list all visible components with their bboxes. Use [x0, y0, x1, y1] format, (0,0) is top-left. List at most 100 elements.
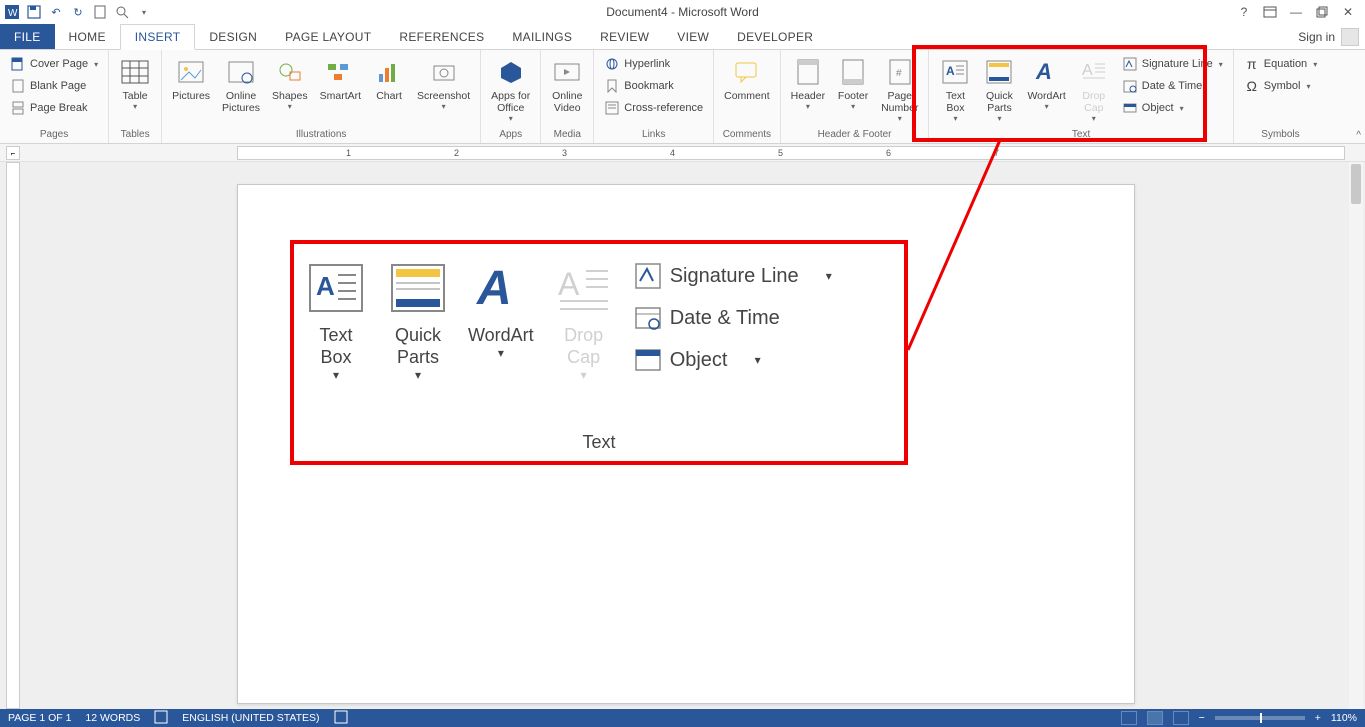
text-box-button[interactable]: AText Box	[935, 54, 975, 125]
close-icon[interactable]: ✕	[1339, 3, 1357, 21]
ribbon-tabs: FILE HOME INSERT DESIGN PAGE LAYOUT REFE…	[0, 24, 1365, 50]
wordart-button[interactable]: AWordArt	[1023, 54, 1069, 113]
object-icon	[1122, 100, 1138, 116]
ribbon-display-icon[interactable]	[1261, 3, 1279, 21]
quick-parts-button[interactable]: Quick Parts	[979, 54, 1019, 125]
object-icon	[634, 346, 662, 374]
macro-icon[interactable]	[334, 710, 348, 727]
screenshot-icon	[428, 56, 460, 88]
online-pictures-button[interactable]: Online Pictures	[218, 54, 264, 116]
page-number-button[interactable]: #Page Number	[877, 54, 922, 125]
print-layout-button[interactable]	[1147, 711, 1163, 725]
web-layout-button[interactable]	[1173, 711, 1189, 725]
equation-button[interactable]: πEquation▾	[1240, 54, 1321, 74]
redo-icon[interactable]: ↻	[70, 4, 86, 20]
status-language[interactable]: ENGLISH (UNITED STATES)	[182, 712, 319, 724]
footer-button[interactable]: Footer	[833, 54, 873, 113]
svg-text:A: A	[476, 262, 512, 315]
read-mode-button[interactable]	[1121, 711, 1137, 725]
group-label-media: Media	[547, 127, 587, 143]
group-label-text: Text	[935, 127, 1226, 143]
sign-in-link[interactable]: Sign in	[1298, 30, 1335, 44]
tab-mailings[interactable]: MAILINGS	[498, 24, 586, 49]
table-button[interactable]: Table	[115, 54, 155, 113]
bookmark-button[interactable]: Bookmark	[600, 76, 707, 96]
svg-text:W: W	[8, 8, 18, 19]
apps-for-office-button[interactable]: Apps for Office	[487, 54, 534, 125]
svg-text:A: A	[946, 64, 955, 78]
print-preview-icon[interactable]	[114, 4, 130, 20]
cross-reference-button[interactable]: Cross-reference	[600, 98, 707, 118]
group-label-comments: Comments	[720, 127, 774, 143]
online-video-button[interactable]: Online Video	[547, 54, 587, 116]
restore-icon[interactable]	[1313, 3, 1331, 21]
ribbon: Cover Page▾ Blank Page Page Break Pages …	[0, 50, 1365, 144]
drop-cap-button[interactable]: ADrop Cap	[1074, 54, 1114, 125]
scroll-thumb[interactable]	[1351, 164, 1361, 204]
page-break-button[interactable]: Page Break	[6, 98, 102, 118]
online-pictures-icon	[225, 56, 257, 88]
comment-icon	[731, 56, 763, 88]
zoom-out-button[interactable]: −	[1199, 712, 1205, 724]
avatar-icon[interactable]	[1341, 28, 1359, 46]
smartart-button[interactable]: SmartArt	[316, 54, 365, 104]
vertical-ruler[interactable]	[6, 162, 20, 709]
tab-references[interactable]: REFERENCES	[385, 24, 498, 49]
tab-developer[interactable]: DEVELOPER	[723, 24, 827, 49]
pictures-button[interactable]: Pictures	[168, 54, 214, 104]
video-icon	[551, 56, 583, 88]
zoom-in-button[interactable]: +	[1315, 712, 1321, 724]
object-button[interactable]: Object▾	[1118, 98, 1227, 118]
group-label-apps: Apps	[487, 127, 534, 143]
tab-home[interactable]: HOME	[55, 24, 120, 49]
minimize-icon[interactable]: —	[1287, 3, 1305, 21]
tab-insert[interactable]: INSERT	[120, 24, 196, 50]
tab-stop-selector[interactable]: ⌐	[6, 146, 20, 160]
zoom-level[interactable]: 110%	[1331, 712, 1357, 724]
tab-view[interactable]: VIEW	[663, 24, 723, 49]
date-time-button[interactable]: Date & Time	[1118, 76, 1227, 96]
wordart-icon: A	[1031, 56, 1063, 88]
callout-text-box: A Text Box▾	[304, 256, 368, 382]
spellcheck-icon[interactable]	[154, 710, 168, 727]
signature-line-button[interactable]: Signature Line▾	[1118, 54, 1227, 74]
tab-review[interactable]: REVIEW	[586, 24, 663, 49]
text-box-icon: A	[939, 56, 971, 88]
horizontal-ruler[interactable]: 1 2 3 4 5 6 7	[237, 146, 1345, 160]
group-label-header-footer: Header & Footer	[787, 127, 923, 143]
comment-button[interactable]: Comment	[720, 54, 774, 104]
chart-button[interactable]: Chart	[369, 54, 409, 104]
blank-page-button[interactable]: Blank Page	[6, 76, 102, 96]
hyperlink-button[interactable]: Hyperlink	[600, 54, 707, 74]
svg-text:#: #	[896, 68, 902, 79]
status-bar: PAGE 1 OF 1 12 WORDS ENGLISH (UNITED STA…	[0, 709, 1365, 727]
collapse-ribbon-icon[interactable]: ^	[1356, 130, 1361, 141]
symbol-button[interactable]: ΩSymbol▾	[1240, 76, 1321, 96]
title-bar: W ↶ ↻ ▾ Document4 - Microsoft Word ? — ✕	[0, 0, 1365, 24]
word-icon: W	[4, 4, 20, 20]
status-words[interactable]: 12 WORDS	[85, 712, 140, 724]
save-icon[interactable]	[26, 4, 42, 20]
group-header-footer: Header Footer #Page Number Header & Foot…	[781, 50, 930, 143]
new-doc-icon[interactable]	[92, 4, 108, 20]
tab-page-layout[interactable]: PAGE LAYOUT	[271, 24, 385, 49]
customize-qat-icon[interactable]: ▾	[136, 4, 152, 20]
status-page[interactable]: PAGE 1 OF 1	[8, 712, 71, 724]
cover-page-icon	[10, 56, 26, 72]
callout-group-label: Text	[304, 428, 894, 457]
tab-design[interactable]: DESIGN	[195, 24, 271, 49]
page-break-icon	[10, 100, 26, 116]
callout-zoom: A Text Box▾ Quick Parts▾ A WordArt▾ A Dr…	[290, 240, 908, 465]
shapes-button[interactable]: Shapes	[268, 54, 312, 113]
group-label-symbols: Symbols	[1240, 127, 1321, 143]
help-icon[interactable]: ?	[1235, 3, 1253, 21]
screenshot-button[interactable]: Screenshot	[413, 54, 474, 113]
footer-icon	[837, 56, 869, 88]
vertical-scrollbar[interactable]	[1349, 162, 1363, 709]
header-button[interactable]: Header	[787, 54, 829, 113]
zoom-slider[interactable]	[1215, 716, 1305, 720]
group-label-tables: Tables	[115, 127, 155, 143]
cover-page-button[interactable]: Cover Page▾	[6, 54, 102, 74]
undo-icon[interactable]: ↶	[48, 4, 64, 20]
tab-file[interactable]: FILE	[0, 24, 55, 49]
